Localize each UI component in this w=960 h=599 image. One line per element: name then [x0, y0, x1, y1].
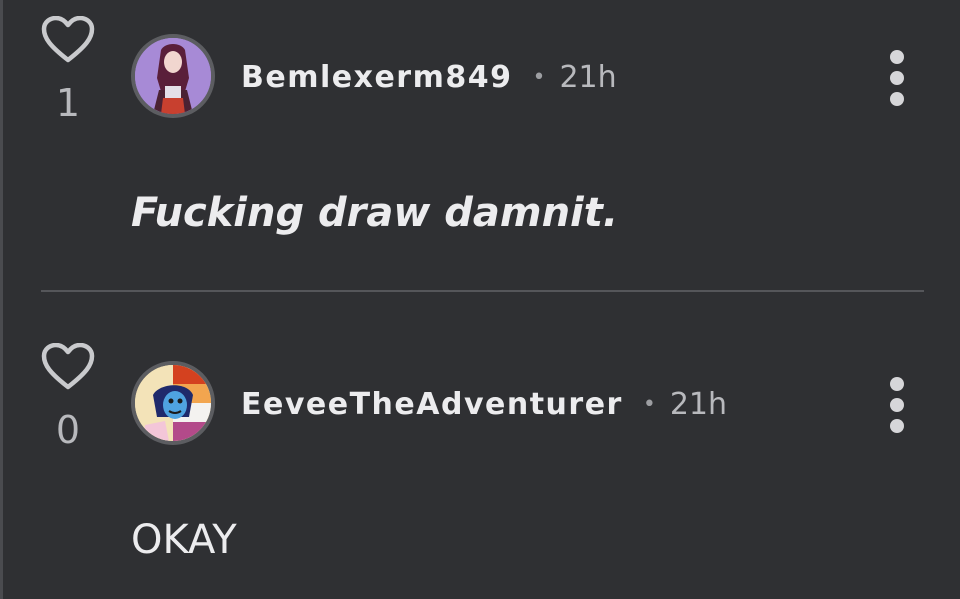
comment-meta: EeveeTheAdventurer • 21h [241, 384, 727, 424]
comment-body: Fucking draw damnit. [131, 190, 619, 236]
like-count: 0 [55, 408, 81, 452]
heart-outline-icon [41, 16, 95, 63]
comment-body: OKAY [131, 517, 237, 563]
more-options-button[interactable] [875, 46, 919, 110]
like-button[interactable] [39, 343, 97, 391]
username[interactable]: EeveeTheAdventurer [241, 387, 623, 422]
cartoon-character-avatar [135, 365, 211, 441]
separator-dot: • [532, 64, 546, 90]
vertical-ellipsis-icon [890, 50, 904, 64]
divider [41, 290, 924, 292]
avatar[interactable] [131, 34, 215, 118]
comment-thread: 1 Bemlexerm849 • 21h Fucking draw damnit… [0, 0, 960, 599]
timestamp: 21h [559, 59, 617, 95]
separator-dot: • [642, 391, 656, 417]
anime-character-avatar [135, 38, 211, 114]
like-count: 1 [55, 81, 81, 125]
username[interactable]: Bemlexerm849 [241, 60, 512, 95]
like-button[interactable] [39, 16, 97, 64]
timestamp: 21h [669, 386, 728, 422]
heart-outline-icon [41, 343, 95, 390]
more-options-button[interactable] [875, 373, 919, 437]
comment-meta: Bemlexerm849 • 21h [241, 57, 617, 97]
vertical-ellipsis-icon [890, 377, 904, 391]
avatar[interactable] [131, 361, 215, 445]
